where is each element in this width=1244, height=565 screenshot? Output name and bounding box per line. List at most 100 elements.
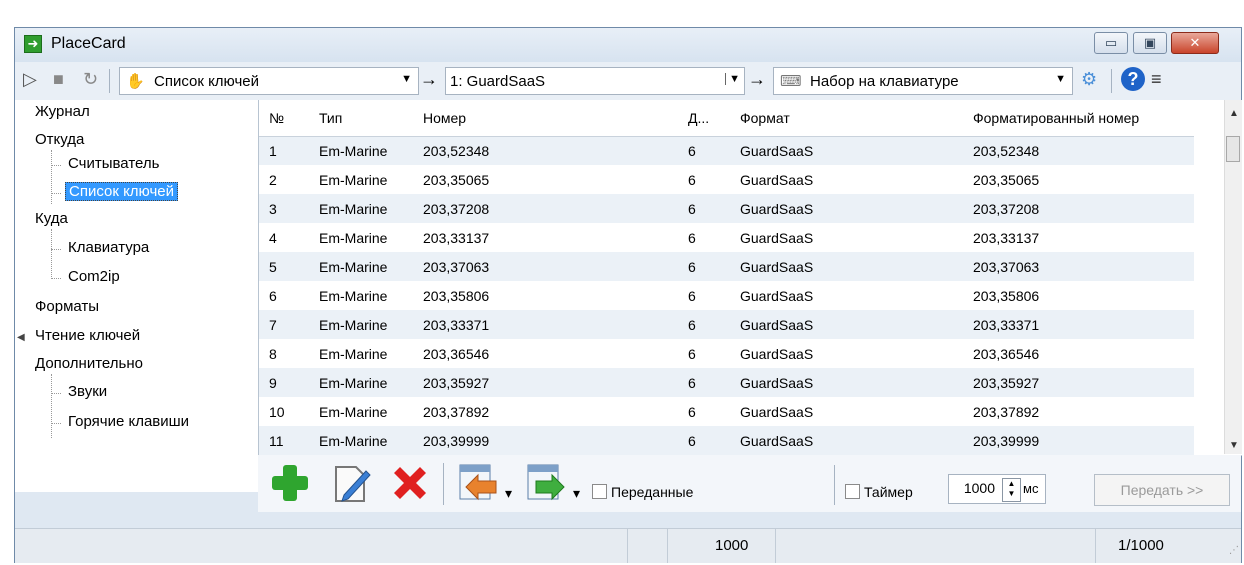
cell-formatted: 203,36546	[973, 345, 1040, 362]
target-combo[interactable]: 1: GuardSaaS ▼	[445, 67, 745, 95]
scroll-down-icon[interactable]: ▼	[1229, 440, 1239, 451]
table-row[interactable]: 9 Em-Marine 203,35927 6 GuardSaaS 203,35927	[259, 368, 1194, 397]
column-header-number[interactable]: №	[259, 100, 313, 137]
keyboard-icon: ⌨	[780, 73, 802, 90]
cell-type: Em-Marine	[313, 310, 417, 339]
tree-line	[51, 150, 52, 204]
table-row[interactable]: 3 Em-Marine 203,37208 6 GuardSaaS 203,37208	[259, 194, 1194, 223]
status-count: 1000	[715, 537, 749, 554]
chevron-down-icon[interactable]: ▾	[505, 485, 512, 502]
column-header-formatted[interactable]: Форматированный номер	[967, 100, 1194, 137]
table-row[interactable]: 11 Em-Marine 203,39999 6 GuardSaaS 203,39999	[259, 426, 1194, 455]
minimize-button[interactable]: ▭	[1094, 32, 1128, 54]
vertical-scrollbar[interactable]: ▲ ▼	[1224, 100, 1242, 454]
table-row[interactable]: 4 Em-Marine 203,33137 6 GuardSaaS 203,33137	[259, 223, 1194, 252]
tree-line	[51, 229, 52, 279]
timer-unit: мс	[1023, 481, 1039, 496]
cell-length: 6	[682, 368, 734, 397]
status-position: 1/1000	[1118, 537, 1164, 554]
scroll-up-icon[interactable]: ▲	[1229, 108, 1239, 119]
sent-checkbox[interactable]: Переданные	[592, 484, 693, 500]
sidebar-item-keyboard[interactable]: Клавиатура	[68, 239, 149, 256]
cell-format: GuardSaaS	[740, 287, 814, 304]
sidebar-item-sounds[interactable]: Звуки	[68, 383, 107, 400]
sidebar-item-from[interactable]: Откуда	[35, 131, 84, 148]
sidebar-item-reading[interactable]: Чтение ключей	[35, 327, 140, 344]
chevron-down-icon: ▼	[725, 73, 740, 85]
edit-icon[interactable]	[328, 461, 372, 505]
cell-formatted: 203,33137	[973, 229, 1040, 246]
action-separator	[834, 465, 835, 505]
cell-length: 6	[688, 171, 696, 188]
status-divider	[775, 529, 776, 563]
sidebar-item-key-list[interactable]: Список ключей	[65, 182, 179, 201]
table-row[interactable]: 5 Em-Marine 203,37063 6 GuardSaaS 203,37063	[259, 252, 1194, 281]
import-icon[interactable]	[456, 461, 500, 505]
sidebar-item-reader[interactable]: Считыватель	[68, 155, 159, 172]
resize-grip-icon[interactable]: ⋰	[1229, 545, 1239, 556]
tree-line	[51, 165, 61, 166]
refresh-icon[interactable]: ↻	[83, 69, 98, 90]
output-combo[interactable]: ⌨ Набор на клавиатуре ▼	[773, 67, 1073, 95]
send-button[interactable]: Передать >>	[1094, 474, 1230, 506]
timer-checkbox-box[interactable]	[845, 484, 860, 499]
cell-format: GuardSaaS	[740, 403, 814, 420]
sidebar-item-formats[interactable]: Форматы	[35, 298, 99, 315]
sidebar-item-hotkeys[interactable]: Горячие клавиши	[68, 413, 189, 430]
keys-table: № Тип Номер Д... Формат Форматированный …	[258, 100, 1242, 456]
table-row[interactable]: 8 Em-Marine 203,36546 6 GuardSaaS 203,36546	[259, 339, 1194, 368]
timer-checkbox[interactable]: Таймер	[845, 484, 913, 500]
settings-icon[interactable]: ⚙	[1081, 69, 1097, 90]
play-icon[interactable]: ▷	[23, 69, 37, 90]
timer-checkbox-label: Таймер	[864, 484, 913, 500]
chevron-down-icon[interactable]: ▾	[573, 485, 580, 502]
cell-type: Em-Marine	[313, 252, 417, 281]
sidebar-item-journal[interactable]: Журнал	[35, 103, 90, 120]
cell-formatted: 203,35927	[967, 368, 1194, 397]
column-header-length[interactable]: Д...	[682, 100, 734, 137]
cell-format: GuardSaaS	[734, 310, 967, 339]
sent-checkbox-box[interactable]	[592, 484, 607, 499]
sidebar-item-additional[interactable]: Дополнительно	[35, 355, 143, 372]
collapse-handle-icon[interactable]: ◀	[17, 332, 25, 343]
cell-length: 6	[682, 136, 734, 165]
tree-line	[51, 278, 61, 279]
table-row[interactable]: 10 Em-Marine 203,37892 6 GuardSaaS 203,37892	[259, 397, 1194, 426]
delete-icon[interactable]	[388, 461, 432, 505]
sidebar-item-to[interactable]: Куда	[35, 210, 68, 227]
column-header-format[interactable]: Формат	[734, 100, 967, 137]
cell-number: 9	[259, 368, 313, 397]
column-header-type[interactable]: Тип	[313, 100, 417, 137]
sidebar-item-com2ip[interactable]: Com2ip	[68, 268, 120, 285]
table-row[interactable]: 1 Em-Marine 203,52348 6 GuardSaaS 203,52348	[259, 136, 1194, 165]
cell-format: GuardSaaS	[734, 136, 967, 165]
cell-number: 5	[259, 252, 313, 281]
cell-code: 203,37063	[417, 252, 682, 281]
menu-icon[interactable]: ≡	[1151, 69, 1162, 90]
cell-type: Em-Marine	[313, 426, 417, 455]
table-row[interactable]: 2 Em-Marine 203,35065 6 GuardSaaS 203,35065	[259, 165, 1194, 194]
tree-line	[51, 249, 61, 250]
cell-code: 203,37892	[423, 403, 490, 420]
add-icon[interactable]	[268, 461, 312, 505]
cell-formatted: 203,52348	[967, 136, 1194, 165]
cell-number: 8	[269, 345, 277, 362]
cell-formatted: 203,39999	[967, 426, 1194, 455]
cell-format: GuardSaaS	[740, 229, 814, 246]
help-icon[interactable]: ?	[1121, 67, 1145, 91]
close-button[interactable]: ✕	[1171, 32, 1219, 54]
export-icon[interactable]	[524, 461, 568, 505]
stepper-icon[interactable]: ▲ ▼	[1002, 478, 1021, 502]
table-row[interactable]: 6 Em-Marine 203,35806 6 GuardSaaS 203,35806	[259, 281, 1194, 310]
table-row[interactable]: 7 Em-Marine 203,33371 6 GuardSaaS 203,33371	[259, 310, 1194, 339]
timer-interval-input[interactable]: 1000 ▲ ▼ мс	[948, 474, 1046, 504]
cell-format: GuardSaaS	[734, 194, 967, 223]
scroll-thumb[interactable]	[1226, 136, 1240, 162]
source-combo[interactable]: ✋ Список ключей ▼	[119, 67, 419, 95]
cell-code: 203,39999	[417, 426, 682, 455]
cell-length: 6	[688, 229, 696, 246]
stop-icon[interactable]: ■	[53, 69, 64, 90]
maximize-button[interactable]: ▣	[1133, 32, 1167, 54]
column-header-code[interactable]: Номер	[417, 100, 682, 137]
tree-line	[51, 393, 61, 394]
